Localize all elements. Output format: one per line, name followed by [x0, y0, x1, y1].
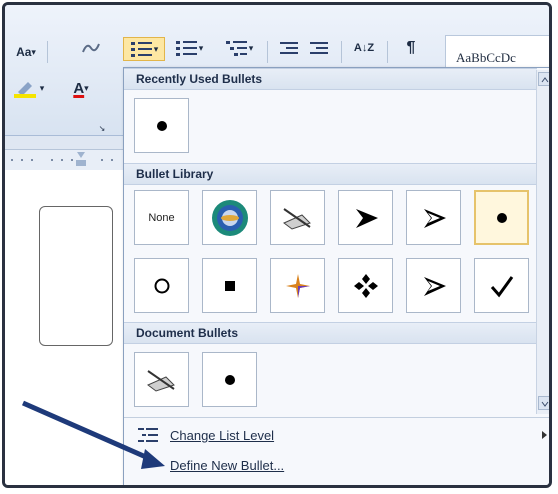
multilevel-list-button[interactable]: ▾ — [219, 37, 259, 59]
none-label: None — [148, 211, 175, 224]
sort-icon: A↓Z — [353, 42, 375, 54]
bullet-option-four-diamonds[interactable] — [338, 258, 393, 313]
arrowhead-outline-icon — [423, 208, 446, 228]
bullet-option-arrowhead[interactable] — [338, 190, 393, 245]
menu-divider — [124, 417, 549, 418]
bullet-option-pen-arrow[interactable] — [270, 190, 325, 245]
four-diamonds-icon — [353, 273, 378, 298]
square-icon — [224, 280, 235, 291]
bullet-option-check[interactable] — [474, 258, 529, 313]
decrease-indent-button[interactable] — [277, 37, 303, 59]
numbering-button[interactable]: ▾ — [171, 37, 207, 59]
change-list-level-icon — [138, 428, 158, 442]
bullet-option-arrowhead-outline[interactable] — [406, 190, 461, 245]
ruler — [5, 149, 123, 171]
dialog-launcher-icon[interactable]: ↘ — [95, 117, 109, 139]
change-list-level-item[interactable]: Change List Level — [124, 422, 547, 448]
change-case-button[interactable]: Aa ▾ — [9, 41, 43, 63]
text-highlight-button[interactable]: ▾ — [9, 77, 49, 99]
change-list-level-label: Change List Level — [170, 427, 275, 443]
chevron-up-icon — [541, 77, 549, 83]
define-new-bullet-label: Define New Bullet... — [170, 457, 285, 473]
multilevel-list-icon — [225, 41, 247, 56]
bullets-icon — [130, 42, 152, 57]
increase-indent-button[interactable] — [307, 37, 333, 59]
show-paragraph-marks-button[interactable]: ¶ — [397, 37, 425, 59]
font-color-icon: A — [73, 79, 85, 97]
scroll-down-button[interactable] — [538, 396, 549, 410]
bullet-option-none[interactable]: None — [134, 190, 189, 245]
hollow-circle-icon — [154, 278, 169, 293]
sort-button[interactable]: A↓Z — [349, 37, 379, 59]
paragraph-mark-icon: ¶ — [406, 39, 416, 56]
bullet-dot-icon — [224, 374, 235, 385]
chevron-down-icon: ▾ — [153, 43, 159, 54]
pen-arrow-icon — [282, 207, 311, 230]
bullet-option-emblem[interactable] — [202, 190, 257, 245]
highlighter-icon — [13, 82, 36, 98]
menu-scrollbar[interactable] — [536, 70, 549, 414]
increase-indent-icon — [310, 42, 328, 54]
color-star-icon — [285, 273, 310, 298]
pen-arrow-icon — [146, 369, 175, 392]
check-mark-icon — [490, 275, 513, 297]
bullet-option-color-star[interactable] — [270, 258, 325, 313]
bullet-option-arrowhead-outline-2[interactable] — [406, 258, 461, 313]
circle-emblem-icon — [211, 199, 248, 236]
document-bullet-pen-arrow[interactable] — [134, 352, 189, 407]
style-preview: AaBbCcDc — [456, 50, 516, 65]
scroll-shape — [39, 206, 113, 346]
scroll-up-button[interactable] — [538, 72, 549, 86]
section-header-recent: Recently Used Bullets — [124, 68, 537, 90]
document-page — [5, 170, 123, 485]
font-color-button[interactable]: A ▾ — [61, 77, 101, 99]
bullet-option-circle[interactable] — [134, 258, 189, 313]
define-new-bullet-item[interactable]: Define New Bullet... — [124, 452, 537, 478]
document-bullet-dot[interactable] — [202, 352, 257, 407]
section-header-document: Document Bullets — [124, 322, 537, 344]
bullets-dropdown-menu: Recently Used Bullets Bullet Library Non… — [123, 67, 549, 485]
arrowhead-icon — [355, 208, 378, 228]
chevron-down-icon — [541, 401, 549, 407]
numbering-icon — [175, 41, 197, 56]
bullets-button[interactable]: ▾ — [123, 37, 165, 61]
bullet-dot-icon — [496, 212, 507, 223]
submenu-arrow-icon — [542, 431, 547, 439]
separator — [267, 41, 268, 63]
bullet-option-square[interactable] — [202, 258, 257, 313]
section-header-library: Bullet Library — [124, 163, 537, 185]
screenshot-frame: Aa ▾ ▾ ▾ ▾ A↓Z ¶ AaBbCcDc ▾ A ▾ ↘ Recent… — [2, 2, 552, 488]
separator — [387, 41, 388, 63]
phonetic-guide-icon[interactable] — [75, 37, 105, 59]
bullet-option-dot[interactable] — [134, 98, 189, 153]
separator — [341, 41, 342, 63]
arrowhead-outline-icon — [423, 276, 446, 296]
bullet-option-dot-selected[interactable] — [474, 190, 529, 245]
decrease-indent-icon — [280, 42, 298, 54]
separator — [47, 41, 48, 63]
bullet-dot-icon — [156, 120, 167, 131]
ruler-ticks — [11, 152, 113, 166]
